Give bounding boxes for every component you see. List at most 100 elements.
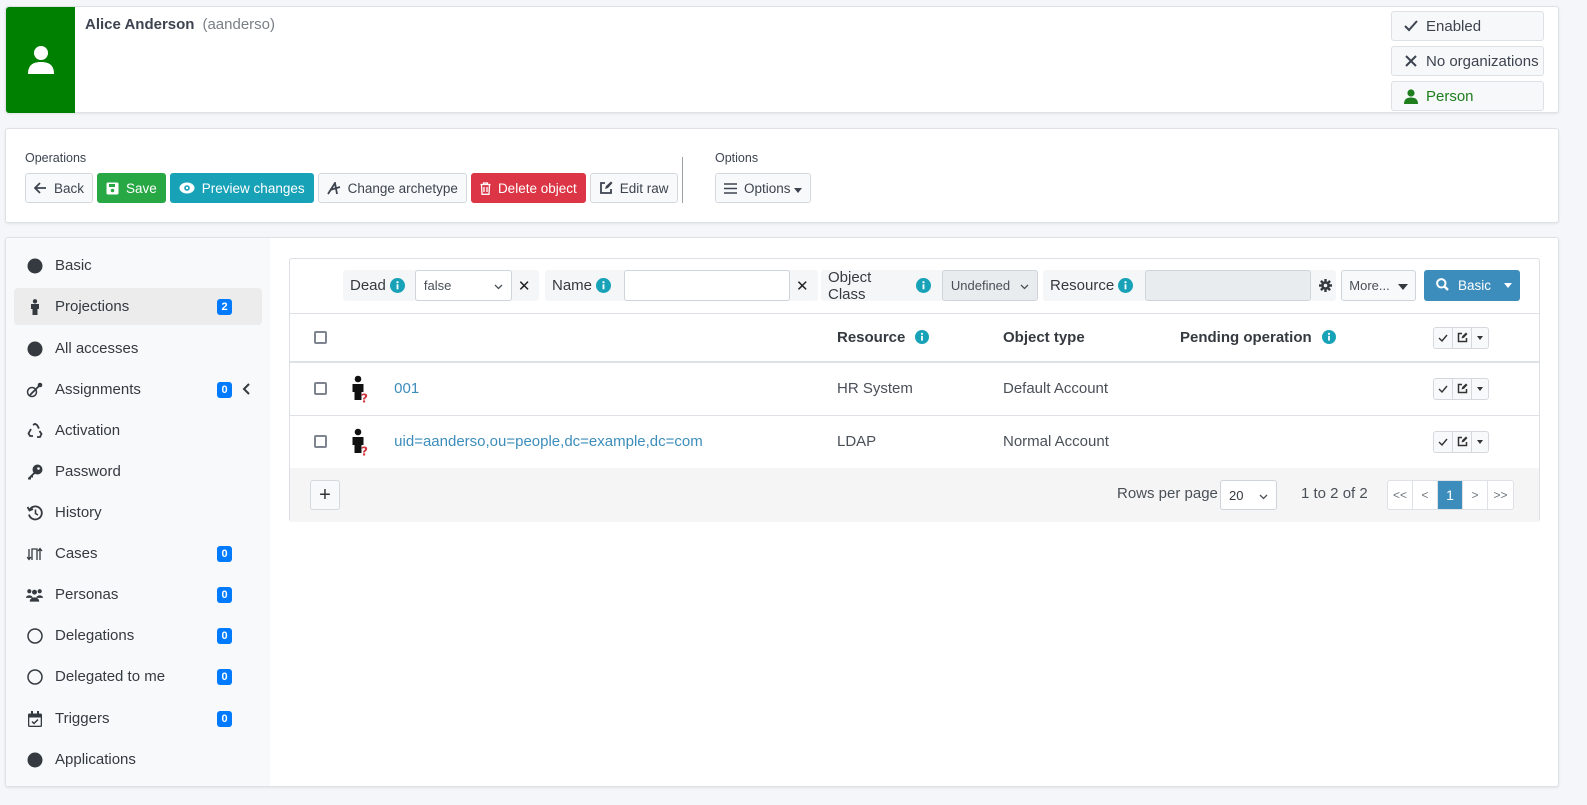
sidebar-item-history[interactable]: History xyxy=(14,494,262,531)
tag-label: Person xyxy=(1426,87,1474,105)
search-item-object-class: Object Class Undefined xyxy=(821,269,1038,303)
sidebar-item-all-accesses[interactable]: All accesses xyxy=(14,330,262,367)
add-projection-button[interactable]: + xyxy=(310,480,340,510)
clear-dead-button[interactable]: ✕ xyxy=(512,277,537,295)
check-icon[interactable] xyxy=(1434,431,1453,452)
page-button-current[interactable]: 1 xyxy=(1438,481,1464,509)
sidebar-item-password[interactable]: Password xyxy=(14,453,262,490)
info-icon[interactable] xyxy=(915,278,931,293)
archetype-icon xyxy=(326,181,341,195)
caret-down-icon[interactable] xyxy=(1472,379,1488,399)
shadow-account-icon: ? xyxy=(350,428,370,456)
search-mode-button[interactable]: Basic xyxy=(1424,270,1520,301)
caret-down-icon[interactable] xyxy=(1496,283,1520,288)
select-all-checkbox[interactable] xyxy=(314,330,327,344)
dead-label: Dead xyxy=(343,277,405,294)
search-bar: Dead false ✕ Name ✕ Object Class Undefin… xyxy=(290,259,1539,314)
header-label: Pending operation xyxy=(1180,329,1312,346)
clear-name-button[interactable]: ✕ xyxy=(790,277,815,295)
row-checkbox[interactable] xyxy=(314,434,327,448)
label-text: Resource xyxy=(1050,277,1115,294)
resource-cell: HR System xyxy=(837,380,913,398)
count-badge: 0 xyxy=(217,627,232,644)
sidebar-item-delegations[interactable]: Delegations 0 xyxy=(14,617,262,654)
sidebar-item-projections[interactable]: Projections 2 xyxy=(14,288,262,325)
first-page-button[interactable]: << xyxy=(1388,481,1414,509)
caret-down-icon xyxy=(793,181,802,196)
chevron-left-icon[interactable] xyxy=(242,382,250,398)
button-label: Edit raw xyxy=(619,180,669,196)
circle-icon xyxy=(26,751,43,768)
tag-enabled: Enabled xyxy=(1391,11,1544,41)
edit-icon[interactable] xyxy=(1453,327,1472,348)
save-button[interactable]: Save xyxy=(97,173,166,203)
pending-operation-column-header[interactable]: Pending operation xyxy=(1180,314,1433,362)
circle-icon xyxy=(26,340,43,357)
resource-column-header[interactable]: Resource xyxy=(837,314,1003,362)
sidebar-item-label: All accesses xyxy=(55,340,139,357)
table-row[interactable]: ? 001 HR System Default Account xyxy=(290,362,1539,415)
projection-link[interactable]: uid=aanderso,ou=people,dc=example,dc=com xyxy=(394,432,703,449)
name-input[interactable] xyxy=(624,270,791,301)
rows-per-page-select[interactable]: 20 xyxy=(1220,480,1277,510)
edit-icon[interactable] xyxy=(1453,378,1472,399)
circle-outline-icon xyxy=(26,627,43,644)
sidebar-item-basic[interactable]: Basic xyxy=(14,247,262,284)
sidebar-item-personas[interactable]: Personas 0 xyxy=(14,576,262,613)
options-dropdown-button[interactable]: Options xyxy=(715,173,811,203)
pending-operation-cell xyxy=(1180,362,1433,415)
table-row[interactable]: ? uid=aanderso,ou=people,dc=example,dc=c… xyxy=(290,415,1539,468)
caret-down-icon[interactable] xyxy=(1472,432,1488,452)
sidebar-item-delegated-to-me[interactable]: Delegated to me 0 xyxy=(14,658,262,695)
svg-text:?: ? xyxy=(361,444,368,456)
sidebar-item-applications[interactable]: Applications xyxy=(14,741,262,778)
check-icon[interactable] xyxy=(1434,378,1453,399)
resource-input[interactable] xyxy=(1145,270,1312,301)
sidebar-item-label: Cases xyxy=(55,545,98,562)
chevron-down-icon xyxy=(1259,488,1268,503)
sidebar-item-cases[interactable]: Cases 0 xyxy=(14,535,262,572)
delete-object-button[interactable]: Delete object xyxy=(470,173,586,203)
object-class-label: Object Class xyxy=(821,269,931,303)
range-text: 1 to 2 of 2 xyxy=(1301,485,1368,502)
previous-page-button[interactable]: < xyxy=(1413,481,1439,509)
shadow-account-icon: ? xyxy=(350,375,370,403)
sidebar-item-triggers[interactable]: Triggers 0 xyxy=(14,700,262,737)
gear-icon[interactable] xyxy=(1319,279,1333,292)
info-icon[interactable] xyxy=(1118,278,1134,293)
projection-link[interactable]: 001 xyxy=(394,380,419,397)
calendar-check-icon xyxy=(26,710,43,727)
user-icon xyxy=(1404,88,1418,104)
info-icon[interactable] xyxy=(596,278,612,293)
sidebar-item-assignments[interactable]: Assignments 0 xyxy=(14,371,262,408)
row-checkbox[interactable] xyxy=(314,381,327,395)
more-filters-button[interactable]: More... xyxy=(1341,270,1416,301)
search-button[interactable]: Basic xyxy=(1424,277,1496,294)
actions-column-header xyxy=(1433,314,1539,362)
object-class-select[interactable]: Undefined xyxy=(941,270,1038,301)
dead-select[interactable]: false xyxy=(414,270,512,301)
change-archetype-button[interactable]: Change archetype xyxy=(317,173,467,203)
resource-cell: LDAP xyxy=(837,433,877,450)
sidebar-item-label: Delegated to me xyxy=(55,668,166,685)
last-page-button[interactable]: >> xyxy=(1488,481,1513,509)
info-icon[interactable] xyxy=(915,330,930,344)
preview-changes-button[interactable]: Preview changes xyxy=(169,173,314,203)
username: (aanderso) xyxy=(202,16,276,33)
chevron-down-icon xyxy=(494,278,503,293)
info-icon[interactable] xyxy=(1321,330,1336,344)
projections-table-box: Dead false ✕ Name ✕ Object Class Undefin… xyxy=(289,258,1540,522)
avatar xyxy=(6,7,75,113)
label-text: Dead xyxy=(350,277,386,294)
caret-down-icon[interactable] xyxy=(1472,328,1488,348)
object-type-column-header[interactable]: Object type xyxy=(1003,314,1180,362)
next-page-button[interactable]: > xyxy=(1463,481,1489,509)
sidebar-item-activation[interactable]: Activation xyxy=(14,412,262,449)
tag-organizations: No organizations xyxy=(1391,46,1544,76)
info-icon[interactable] xyxy=(389,278,405,293)
edit-raw-button[interactable]: Edit raw xyxy=(589,173,678,203)
back-button[interactable]: Back xyxy=(25,173,94,203)
sidebar-item-label: Assignments xyxy=(55,381,141,398)
check-icon[interactable] xyxy=(1434,327,1453,348)
edit-icon[interactable] xyxy=(1453,431,1472,452)
